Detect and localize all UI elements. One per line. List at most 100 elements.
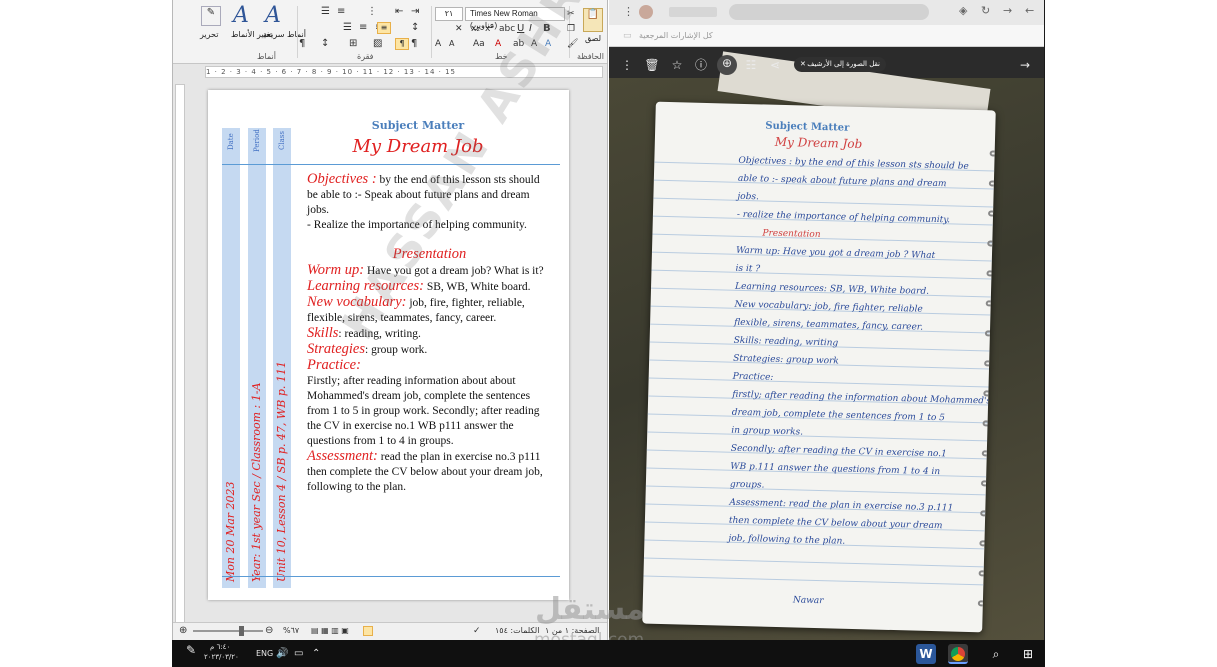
shading-icon[interactable]: ▨ [373,38,382,50]
ruler-numbers: 1 · 2 · 3 · 4 · 5 · 6 · 7 · 8 · 9 · 10 ·… [206,68,456,76]
browser-menu-icon[interactable]: ⋮ [623,5,634,18]
language-indicator[interactable]: ENG [256,646,273,662]
handwritten-line: Practice: [732,371,774,383]
folder-icon[interactable]: ▭ [623,25,632,47]
star-icon[interactable]: ☆ [669,57,685,73]
adjust-icon[interactable]: ☷ [743,57,759,73]
shrink-font-icon[interactable]: A [449,38,454,50]
rtl-direction-icon[interactable]: ¶ [395,38,409,50]
view-buttons-icon[interactable]: ▤ ▦ ▥ ▣ [311,623,349,639]
font-size-box[interactable]: ٢١ [435,7,463,21]
print-layout-icon[interactable] [363,626,373,636]
blurred-tab[interactable] [669,7,717,17]
info-icon[interactable]: ⓘ [693,57,709,73]
bullets-icon[interactable]: ☰ [321,6,330,18]
superscript-icon[interactable]: x² [485,23,494,35]
notebook-line [651,269,992,280]
handwritten-line: Strategies: group work [733,353,839,367]
decrease-indent-icon[interactable]: ⇤ [395,6,403,18]
assessment-paragraph: Assessment: read the plan in exercise no… [307,449,552,495]
multilevel-list-icon[interactable]: ⋮ [367,6,377,18]
edit-icon[interactable]: ✎ [201,6,221,26]
vertical-ruler[interactable] [175,84,185,624]
chevron-up-icon[interactable]: ⌃ [312,646,320,662]
borders-icon[interactable]: ⊞ [349,38,357,50]
spiral-ring [977,600,990,607]
change-case-icon[interactable]: Aa [473,38,485,50]
subscript-icon[interactable]: x₂ [471,23,480,35]
photo-canvas[interactable]: Subject Matter My Dream Job Objectives :… [609,51,1044,640]
address-bar[interactable] [729,4,929,20]
avatar[interactable] [639,5,653,19]
spiral-ring [979,540,992,547]
sort-icon[interactable]: ↕ [321,38,329,50]
skills-label: Skills [307,325,339,341]
notebook-photo: Subject Matter My Dream Job Objectives :… [642,101,996,633]
clear-format-icon[interactable]: ✕ [455,23,463,35]
spiral-ring [988,180,996,187]
close-icon[interactable]: ✕ [800,57,806,72]
warmup-label: Worm up: [307,262,365,278]
document-page[interactable]: Date Period Class Mon 20 Mar 2023 Year: … [208,90,569,600]
quick-styles-icon[interactable]: A [265,4,281,28]
handwritten-line: then complete the CV below about your dr… [728,515,943,532]
clock-date[interactable]: ٢٠٢٣/٠٣/٢٠ [204,652,239,667]
forward-icon[interactable]: → [1003,4,1012,17]
pilcrow-icon[interactable]: ¶ [299,38,305,50]
zoom-level[interactable]: %٦٧ [283,623,299,639]
zoom-icon[interactable]: ⊕ [717,55,737,75]
next-arrow-icon[interactable]: → [1017,57,1033,73]
title-rule [222,164,560,165]
word-count[interactable]: الكلمات: ١٥٤ [495,623,539,639]
word-app-icon[interactable]: W [916,644,936,664]
align-left-icon[interactable]: ≡ [377,22,391,34]
line-spacing-icon[interactable]: ↕ [411,22,419,34]
edit-button[interactable]: تحرير [200,30,218,40]
move-to-archive-chip[interactable]: نقل الصورة إلى الأرشيف ✕ [794,57,886,72]
taskbar: ✎ ٦:٤٠ م ٢٠٢٣/٠٣/٢٠ ENG 🔊 ▭ ⌃ W ⌕ ⊞ [172,640,1045,667]
zoom-out-icon[interactable]: ⊖ [265,623,273,639]
change-styles-icon[interactable]: A [233,4,249,28]
zoom-in-icon[interactable]: ⊕ [179,623,187,639]
chrome-icon[interactable] [948,644,968,664]
handwritten-line: Assessment: read the plan in exercise no… [729,497,954,514]
share-icon[interactable]: ⋖ [767,57,783,73]
handwritten-line: Secondly; after reading the CV in exerci… [730,443,947,460]
trash-icon[interactable]: 🗑 [644,57,660,73]
notebook-line [652,233,993,244]
zoom-slider-thumb[interactable] [239,626,244,636]
bottom-rule [222,576,560,577]
align-right-icon[interactable]: ≡ [359,22,367,34]
zoom-slider[interactable] [193,630,263,632]
numbering-icon[interactable]: ≡ [337,6,345,18]
practice-label: Practice: [307,357,361,373]
spiral-ring [984,360,996,367]
handwritten-line: job, following to the plan. [728,533,846,547]
proofing-icon[interactable]: ✓ [473,623,481,639]
volume-icon[interactable]: 🔊 [276,646,288,662]
spiral-ring [983,390,996,397]
grow-font-icon[interactable]: A [435,38,441,50]
notebook-line [645,485,986,496]
handwritten-line: flexible, sirens, teammates, fancy, care… [733,317,924,333]
strategies-label: Strategies [307,341,365,357]
handwritten-line: Presentation [762,228,821,240]
spiral-ring [987,240,996,247]
bookmarks-label[interactable]: كل الإشارات المرجعية [639,25,713,47]
side-date: Mon 20 Mar 2023 [224,481,237,582]
reload-icon[interactable]: ↻ [981,4,990,17]
more-options-icon[interactable]: ⋮ [619,57,635,73]
paste-button[interactable]: لصق [585,34,601,44]
handwritten-line: - realize the importance of helping comm… [736,209,951,226]
screen: ✎ تحرير A تغيير الأنماط A أنماط سريعة أن… [0,0,1217,667]
ltr-direction-icon[interactable]: ¶ [411,38,417,50]
back-icon[interactable]: ← [1025,4,1034,17]
search-icon[interactable]: ⌕ [986,644,1006,664]
windows-start-icon[interactable]: ⊞ [1018,644,1038,664]
shield-icon[interactable]: ◈ [959,4,967,17]
increase-indent-icon[interactable]: ⇥ [411,6,419,18]
handwritten-line: Learning resources: SB, WB, White board. [734,281,930,297]
align-justify-icon[interactable]: ☰ [343,22,352,34]
network-icon[interactable]: ▭ [294,646,303,662]
pen-icon[interactable]: ✎ [186,642,196,658]
